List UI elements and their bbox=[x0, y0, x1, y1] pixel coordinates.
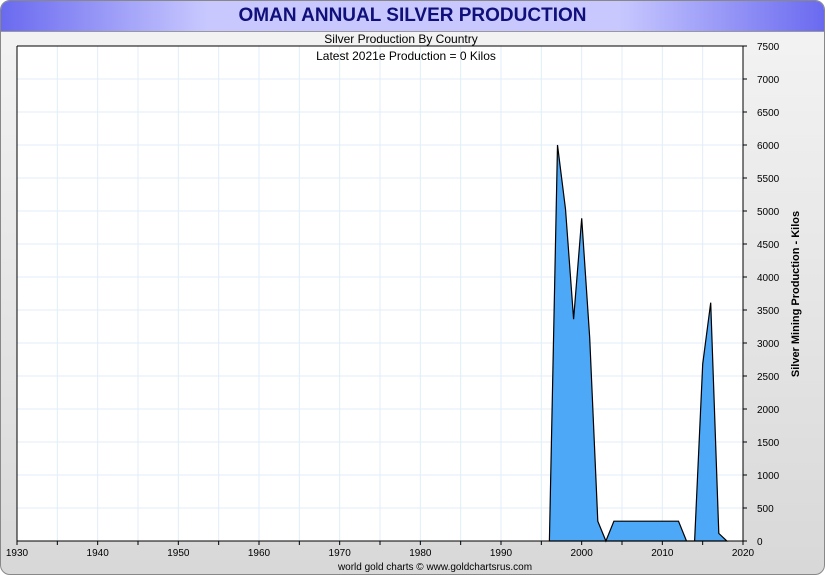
y-tick-label: 2500 bbox=[757, 372, 780, 383]
x-tick-label: 1980 bbox=[409, 548, 432, 559]
x-tick-label: 1940 bbox=[87, 548, 110, 559]
x-tick-label: 1960 bbox=[248, 548, 271, 559]
x-tick-label: 2010 bbox=[651, 548, 674, 559]
y-tick-label: 3000 bbox=[757, 339, 780, 350]
x-tick-label: 1930 bbox=[6, 548, 29, 559]
chart-svg: 0 500 1000 1500 2000 2500 3000 3500 4000 4500 5000… bbox=[6, 32, 802, 573]
x-tick-label: 2020 bbox=[732, 548, 755, 559]
chart-subtitle: Silver Production By Country bbox=[324, 32, 477, 46]
y-axis-label: Silver Mining Production - Kilos bbox=[790, 211, 802, 377]
x-tick-label: 1970 bbox=[329, 548, 352, 559]
y-tick-label: 4000 bbox=[757, 273, 780, 284]
y-tick-label: 0 bbox=[757, 537, 763, 548]
y-tick-label: 6000 bbox=[757, 141, 780, 152]
y-tick-label: 4500 bbox=[757, 240, 780, 251]
y-tick-label: 7500 bbox=[757, 42, 780, 53]
y-tick-label: 2000 bbox=[757, 405, 780, 416]
x-tick-label: 1990 bbox=[490, 548, 513, 559]
y-tick-label: 1500 bbox=[757, 438, 780, 449]
y-tick-label: 3500 bbox=[757, 306, 780, 317]
chart-annotation: Latest 2021e Production = 0 Kilos bbox=[316, 49, 496, 63]
y-tick-label: 7000 bbox=[757, 75, 780, 86]
x-tick-label: 2000 bbox=[571, 548, 594, 559]
y-tick-label: 5500 bbox=[757, 174, 780, 185]
y-tick-label: 5000 bbox=[757, 207, 780, 218]
x-tick-label: 1950 bbox=[167, 548, 190, 559]
y-tick-label: 1000 bbox=[757, 471, 780, 482]
y-tick-label: 6500 bbox=[757, 108, 780, 119]
chart-footer: world gold charts © www.goldchartsrus.co… bbox=[337, 562, 532, 573]
chart-frame: OMAN ANNUAL SILVER PRODUCTION 0 500 1000 15… bbox=[0, 0, 825, 575]
y-tick-label: 500 bbox=[757, 504, 774, 515]
